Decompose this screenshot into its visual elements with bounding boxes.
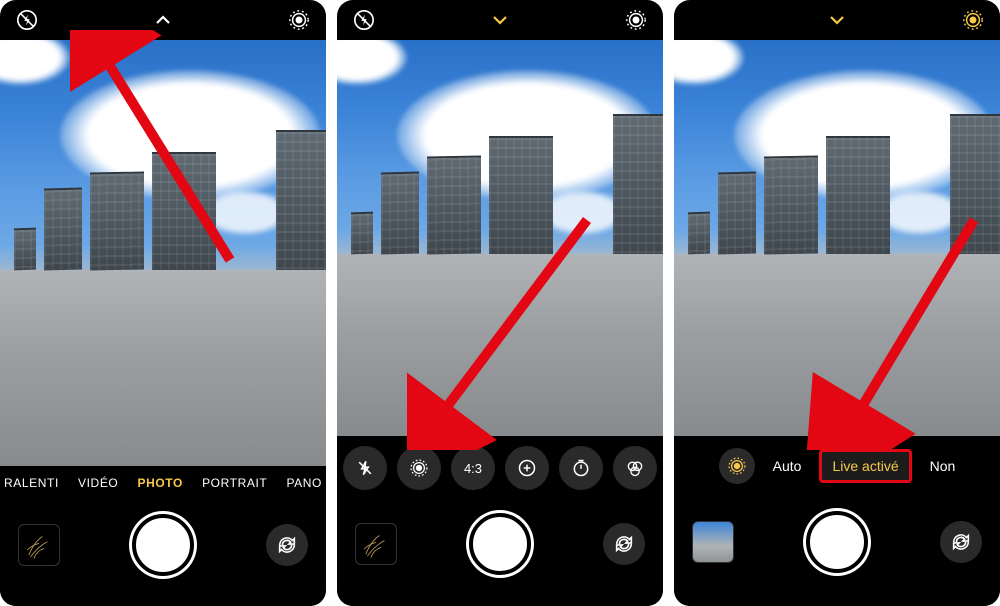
flash-tool-button[interactable]	[343, 446, 387, 490]
mode-video[interactable]: VIDÉO	[78, 476, 118, 490]
chevron-up-icon[interactable]	[150, 7, 176, 33]
top-bar	[0, 0, 326, 40]
exposure-button[interactable]	[505, 446, 549, 490]
mode-photo[interactable]: PHOTO	[137, 476, 182, 490]
bottom-controls: RALENTI VIDÉO PHOTO PORTRAIT PANO	[0, 466, 326, 606]
camera-viewfinder[interactable]	[337, 40, 663, 436]
flash-off-icon[interactable]	[14, 7, 40, 33]
gallery-thumbnail[interactable]	[355, 523, 397, 565]
live-option-auto[interactable]: Auto	[773, 458, 802, 474]
shutter-button[interactable]	[132, 514, 194, 576]
mode-portrait[interactable]: PORTRAIT	[202, 476, 267, 490]
top-bar	[337, 0, 663, 40]
camera-viewfinder[interactable]	[0, 40, 326, 466]
shutter-row	[674, 490, 1000, 606]
live-photo-icon[interactable]	[623, 7, 649, 33]
live-option-on[interactable]: Live activé	[819, 449, 911, 483]
flash-off-icon[interactable]	[351, 7, 377, 33]
timer-button[interactable]	[559, 446, 603, 490]
camera-modes[interactable]: RALENTI VIDÉO PHOTO PORTRAIT PANO	[0, 466, 326, 496]
shutter-row	[337, 494, 663, 606]
live-photo-options: Auto Live activé Non	[674, 436, 1000, 490]
camera-viewfinder[interactable]	[674, 40, 1000, 436]
live-photo-option-icon[interactable]	[719, 448, 755, 484]
chevron-down-icon[interactable]	[824, 7, 850, 33]
camera-screen-step3: Auto Live activé Non	[674, 0, 1000, 606]
mode-pano[interactable]: PANO	[286, 476, 322, 490]
top-bar	[674, 0, 1000, 40]
gallery-thumbnail[interactable]	[692, 521, 734, 563]
switch-camera-button[interactable]	[603, 523, 645, 565]
shutter-button[interactable]	[806, 511, 868, 573]
camera-screen-step1: RALENTI VIDÉO PHOTO PORTRAIT PANO	[0, 0, 326, 606]
camera-tools: 4:3	[337, 436, 663, 494]
chevron-down-icon[interactable]	[487, 7, 513, 33]
gallery-thumbnail[interactable]	[18, 524, 60, 566]
live-photo-tool-button[interactable]	[397, 446, 441, 490]
filters-button[interactable]	[613, 446, 657, 490]
bottom-controls: 4:3	[337, 436, 663, 606]
live-photo-icon[interactable]	[286, 7, 312, 33]
switch-camera-button[interactable]	[266, 524, 308, 566]
bottom-controls: Auto Live activé Non	[674, 436, 1000, 606]
camera-screen-step2: 4:3	[337, 0, 663, 606]
shutter-button[interactable]	[469, 513, 531, 575]
live-photo-on-icon[interactable]	[960, 7, 986, 33]
aspect-ratio-button[interactable]: 4:3	[451, 446, 495, 490]
live-option-off[interactable]: Non	[930, 458, 956, 474]
switch-camera-button[interactable]	[940, 521, 982, 563]
mode-ralenti[interactable]: RALENTI	[4, 476, 59, 490]
shutter-row	[0, 496, 326, 606]
